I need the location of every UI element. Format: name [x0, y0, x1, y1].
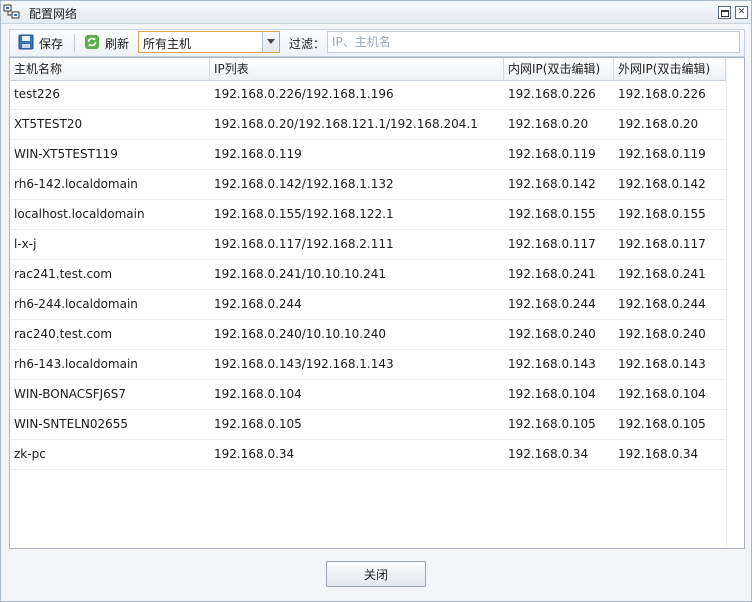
table-row[interactable]: WIN-SNTELN02655 192.168.0.105 192.168.0.10… [10, 410, 726, 440]
table-row[interactable]: rh6-143.localdomain 192.168.0.143/192.168… [10, 350, 726, 380]
ip-list-cell: 192.168.0.244 [214, 297, 302, 311]
ip-list-cell: 192.168.0.104 [214, 387, 302, 401]
hostname-cell: rh6-244.localdomain [14, 297, 138, 311]
hostname-cell: WIN-XT5TEST119 [14, 147, 118, 161]
external-ip-cell[interactable]: 192.168.0.240 [614, 320, 726, 349]
ip-list-cell: 192.168.0.142/192.168.1.132 [214, 177, 394, 191]
table-row[interactable]: rh6-244.localdomain 192.168.0.244 192.168.… [10, 290, 726, 320]
maximize-icon [721, 10, 729, 17]
external-ip-cell[interactable]: 192.168.0.105 [614, 410, 726, 439]
internal-ip-cell[interactable]: 192.168.0.155 [504, 200, 614, 229]
external-ip-cell[interactable]: 192.168.0.241 [614, 260, 726, 289]
external-ip-cell[interactable]: 192.168.0.20 [614, 110, 726, 139]
table-row[interactable]: WIN-BONACSFJ6S7 192.168.0.104 192.168.0.10… [10, 380, 726, 410]
hostname-cell: rac241.test.com [14, 267, 113, 281]
internal-ip-cell[interactable]: 192.168.0.117 [504, 230, 614, 259]
refresh-icon [84, 34, 100, 53]
hostname-cell: l-x-j [14, 237, 37, 251]
ip-list-cell: 192.168.0.226/192.168.1.196 [214, 87, 394, 101]
external-ip-cell[interactable]: 192.168.0.143 [614, 350, 726, 379]
hostname-cell: WIN-SNTELN02655 [14, 417, 129, 431]
ip-list-cell: 192.168.0.117/192.168.2.111 [214, 237, 394, 251]
vertical-scrollbar[interactable] [726, 58, 744, 546]
toolbar-separator [74, 34, 76, 52]
internal-ip-cell[interactable]: 192.168.0.240 [504, 320, 614, 349]
hostname-cell: rac240.test.com [14, 327, 113, 341]
window-title: 配置网络 [29, 7, 78, 21]
external-ip-cell[interactable]: 192.168.0.117 [614, 230, 726, 259]
external-ip-cell[interactable]: 192.168.0.244 [614, 290, 726, 319]
maximize-button[interactable] [718, 6, 731, 19]
network-config-icon [3, 4, 21, 20]
table-header: 主机名称 IP列表 内网IP(双击编辑) 外网IP(双击编辑) [10, 58, 744, 81]
internal-ip-cell[interactable]: 192.168.0.20 [504, 110, 614, 139]
ip-list-cell: 192.168.0.34 [214, 447, 295, 461]
external-ip-cell[interactable]: 192.168.0.142 [614, 170, 726, 199]
internal-ip-cell[interactable]: 192.168.0.104 [504, 380, 614, 409]
filter-input[interactable] [327, 31, 740, 53]
table-body: test226 192.168.0.226/192.168.1.196 192.16… [10, 80, 726, 470]
close-button[interactable]: 关闭 [326, 561, 426, 587]
save-label: 保存 [39, 36, 64, 51]
internal-ip-cell[interactable]: 192.168.0.143 [504, 350, 614, 379]
refresh-label: 刷新 [105, 36, 130, 51]
column-header-ip-list[interactable]: IP列表 [210, 58, 504, 80]
hostname-cell: rh6-142.localdomain [14, 177, 138, 191]
filter-label: 过滤： [289, 37, 326, 51]
table-row[interactable]: WIN-XT5TEST119 192.168.0.119 192.168.0.119… [10, 140, 726, 170]
table-row[interactable]: localhost.localdomain 192.168.0.155/192.1… [10, 200, 726, 230]
save-button[interactable]: 保存 [18, 32, 63, 54]
ip-list-cell: 192.168.0.143/192.168.1.143 [214, 357, 394, 371]
close-window-button[interactable]: ✕ [735, 6, 748, 19]
dropdown-arrow-button[interactable] [262, 32, 279, 52]
external-ip-cell[interactable]: 192.168.0.155 [614, 200, 726, 229]
external-ip-cell[interactable]: 192.168.0.226 [614, 80, 726, 109]
host-network-table: 主机名称 IP列表 内网IP(双击编辑) 外网IP(双击编辑) test226 1… [9, 57, 745, 549]
hostname-cell: localhost.localdomain [14, 207, 145, 221]
hostname-cell: test226 [14, 87, 60, 101]
internal-ip-cell[interactable]: 192.168.0.105 [504, 410, 614, 439]
hostname-cell: zk-pc [14, 447, 46, 461]
table-row[interactable]: l-x-j 192.168.0.117/192.168.2.111 192.168.… [10, 230, 726, 260]
column-header-hostname[interactable]: 主机名称 [10, 58, 210, 80]
external-ip-cell[interactable]: 192.168.0.119 [614, 140, 726, 169]
toolbar: 保存 刷新 所有主机 过滤： [9, 29, 745, 57]
internal-ip-cell[interactable]: 192.168.0.244 [504, 290, 614, 319]
internal-ip-cell[interactable]: 192.168.0.226 [504, 80, 614, 109]
hostname-cell: rh6-143.localdomain [14, 357, 138, 371]
ip-list-cell: 192.168.0.240/10.10.10.240 [214, 327, 386, 341]
table-row[interactable]: test226 192.168.0.226/192.168.1.196 192.16… [10, 80, 726, 110]
column-header-internal-ip[interactable]: 内网IP(双击编辑) [504, 58, 614, 80]
hostname-cell: WIN-BONACSFJ6S7 [14, 387, 127, 401]
ip-list-cell: 192.168.0.155/192.168.122.1 [214, 207, 394, 221]
table-row[interactable]: zk-pc 192.168.0.34 192.168.0.34 192.168.0.3… [10, 440, 726, 470]
chevron-down-icon [267, 39, 275, 44]
internal-ip-cell[interactable]: 192.168.0.142 [504, 170, 614, 199]
save-disk-icon [18, 34, 34, 53]
hostname-cell: XT5TEST20 [14, 117, 83, 131]
ip-list-cell: 192.168.0.105 [214, 417, 302, 431]
host-filter-select[interactable]: 所有主机 [138, 31, 280, 53]
ip-list-cell: 192.168.0.241/10.10.10.241 [214, 267, 386, 281]
dialog-footer: 关闭 [9, 549, 743, 597]
external-ip-cell[interactable]: 192.168.0.34 [614, 440, 726, 469]
ip-list-cell: 192.168.0.119 [214, 147, 302, 161]
table-row[interactable]: rac241.test.com 192.168.0.241/10.10.10.24… [10, 260, 726, 290]
column-header-external-ip[interactable]: 外网IP(双击编辑) [614, 58, 726, 80]
internal-ip-cell[interactable]: 192.168.0.241 [504, 260, 614, 289]
title-bar: 配置网络 ✕ [1, 1, 751, 24]
ip-list-cell: 192.168.0.20/192.168.121.1/192.168.204.1 [214, 117, 478, 131]
close-icon: ✕ [737, 7, 746, 17]
internal-ip-cell[interactable]: 192.168.0.119 [504, 140, 614, 169]
table-row[interactable]: rac240.test.com 192.168.0.240/10.10.10.24… [10, 320, 726, 350]
internal-ip-cell[interactable]: 192.168.0.34 [504, 440, 614, 469]
refresh-button[interactable]: 刷新 [84, 32, 129, 54]
external-ip-cell[interactable]: 192.168.0.104 [614, 380, 726, 409]
table-row[interactable]: rh6-142.localdomain 192.168.0.142/192.168… [10, 170, 726, 200]
host-filter-value: 所有主机 [143, 37, 192, 51]
network-config-dialog: 配置网络 ✕ 保存 刷新 所有主机 过滤： IP、主机名 主机名称 IP列表 内… [0, 0, 752, 602]
table-row[interactable]: XT5TEST20 192.168.0.20/192.168.121.1/192.… [10, 110, 726, 140]
